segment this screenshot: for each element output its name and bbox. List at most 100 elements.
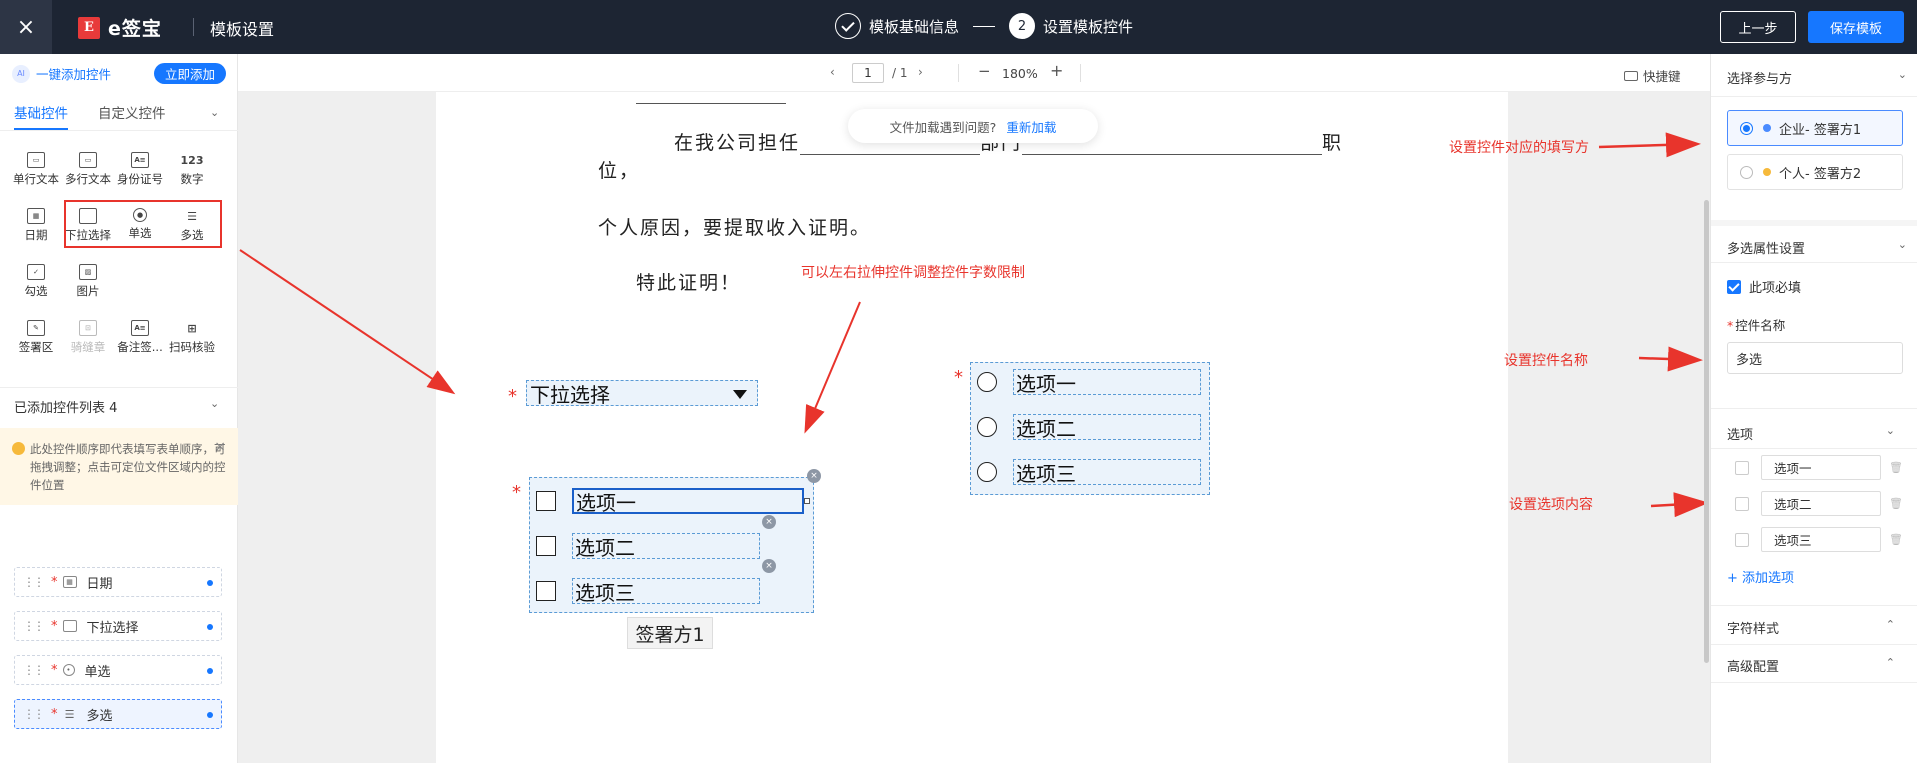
- chevron-up-icon[interactable]: ⌃: [1886, 656, 1895, 669]
- required-checkbox[interactable]: 此项必填: [1727, 277, 1801, 296]
- option-input[interactable]: 选项二: [1761, 491, 1881, 516]
- chevron-down-icon[interactable]: ⌄: [1898, 68, 1907, 81]
- control-tabs: 基础控件 自定义控件: [14, 102, 224, 130]
- arrow-to-dropdown: [239, 249, 456, 395]
- divider: [1711, 96, 1917, 97]
- add-option-link[interactable]: + 添加选项: [1727, 567, 1794, 586]
- divider: [1711, 682, 1917, 683]
- arrow-to-name: [1638, 346, 1703, 372]
- quick-add: AI 一键添加控件: [12, 64, 111, 83]
- quick-add-label: 一键添加控件: [36, 67, 112, 82]
- page-title: 模板设置: [210, 20, 275, 39]
- trash-icon[interactable]: 🗑: [1889, 497, 1903, 510]
- divider: [1080, 64, 1081, 82]
- order-tip: 此处控件顺序即代表填写表单顺序，可拖拽调整；点击可定位文件区域内的控件位置 ×: [0, 428, 238, 505]
- party-color-dot: [1763, 168, 1771, 176]
- control-palette: ▭ 单行文本 ▭ 多行文本 A≡ 身份证号 123 数字 ▦ 日期 下拉选择 ● 单选 ☰ 多…: [10, 152, 230, 366]
- quick-add-button[interactable]: 立即添加: [154, 63, 226, 84]
- arrow-to-options: [1650, 492, 1709, 518]
- controls-sidebar: AI 一键添加控件 立即添加 基础控件 自定义控件 ⌄ ▭ 单行文本 ▭ 多行文本 …: [0, 54, 238, 763]
- divider: [193, 18, 194, 36]
- radio-icon: [1740, 121, 1753, 135]
- highlight-box: [64, 200, 222, 248]
- warning-icon: [12, 442, 25, 455]
- added-item-multi-select[interactable]: ⋮⋮ * ☰ 多选: [14, 699, 222, 729]
- status-dot: [207, 712, 213, 718]
- trash-icon[interactable]: 🗑: [1889, 461, 1903, 474]
- divider: [1711, 220, 1917, 226]
- save-template-button[interactable]: 保存模板: [1808, 11, 1904, 43]
- seam-seal-icon: ⊡: [79, 320, 97, 336]
- tab-custom-controls[interactable]: 自定义控件: [98, 102, 166, 130]
- tab-basic-controls[interactable]: 基础控件: [14, 102, 68, 130]
- party-option-individual[interactable]: 个人- 签署方2: [1727, 154, 1903, 190]
- control-multi-line-text[interactable]: ▭ 多行文本: [62, 152, 114, 198]
- control-qr-verify[interactable]: ⊞ 扫码核验: [166, 320, 218, 366]
- control-image[interactable]: ▨ 图片: [62, 264, 114, 310]
- option-input[interactable]: 选项一: [1761, 455, 1881, 480]
- added-item-radio[interactable]: ⋮⋮ * • 单选: [14, 655, 222, 685]
- divider: [0, 387, 238, 388]
- attr-section-title: 多选属性设置: [1727, 242, 1806, 257]
- drag-handle-icon[interactable]: ⋮⋮: [23, 663, 45, 677]
- chevron-down-icon[interactable]: ⌄: [1886, 424, 1895, 437]
- chevron-right-icon[interactable]: ›: [918, 65, 923, 79]
- advanced-section[interactable]: 高级配置: [1727, 656, 1779, 675]
- page-input[interactable]: 1: [852, 63, 884, 83]
- drag-handle-icon[interactable]: ⋮⋮: [23, 619, 45, 633]
- divider: [1711, 644, 1917, 645]
- checklist-icon: ☰: [64, 707, 75, 721]
- document-canvas: 在我公司担任 部门职 位， 个人原因，要提取收入证明。 特此证明！ 文件加载遇到问…: [238, 92, 1710, 763]
- checkbox-icon[interactable]: [1735, 496, 1749, 511]
- number-icon: 123: [180, 153, 204, 167]
- option-input[interactable]: 选项三: [1761, 527, 1881, 552]
- divider: [1711, 448, 1917, 449]
- chevron-up-icon[interactable]: ⌃: [1886, 618, 1895, 631]
- control-id-number[interactable]: A≡ 身份证号: [114, 152, 166, 198]
- control-date[interactable]: ▦ 日期: [10, 208, 62, 254]
- control-seam-seal: ⊡ 骑缝章: [62, 320, 114, 366]
- control-name-label: * 控件名称: [1727, 318, 1786, 333]
- control-signature-area[interactable]: ✎ 签署区: [10, 320, 62, 366]
- control-single-line-text[interactable]: ▭ 单行文本: [10, 152, 62, 198]
- prev-step-button[interactable]: 上一步: [1720, 11, 1796, 43]
- close-icon[interactable]: ×: [214, 438, 226, 456]
- top-bar: × E e签宝 模板设置 模板基础信息 2 设置模板控件 上一步 保存模板: [0, 0, 1917, 54]
- party-option-enterprise[interactable]: 企业- 签署方1: [1727, 110, 1903, 146]
- control-name-input[interactable]: 多选: [1727, 342, 1903, 374]
- chevron-down-icon[interactable]: ⌄: [210, 106, 219, 119]
- close-icon[interactable]: ×: [0, 0, 52, 54]
- chevron-down-icon[interactable]: ⌄: [210, 397, 219, 410]
- logo-text: e签宝: [108, 18, 162, 40]
- added-item-date[interactable]: ⋮⋮ * ▦ 日期: [14, 567, 222, 597]
- drag-handle-icon[interactable]: ⋮⋮: [23, 707, 45, 721]
- checkbox-icon[interactable]: [1735, 460, 1749, 475]
- added-item-dropdown[interactable]: ⋮⋮ * 下拉选择: [14, 611, 222, 641]
- chevron-down-icon[interactable]: ⌄: [1898, 238, 1907, 251]
- calendar-icon: ▦: [62, 576, 77, 588]
- single-line-text-icon: ▭: [27, 152, 45, 168]
- page-total: / 1: [892, 66, 908, 80]
- control-remark-sign[interactable]: A≡ 备注签...: [114, 320, 166, 366]
- ai-icon: AI: [12, 64, 30, 83]
- multi-line-text-icon: ▭: [79, 152, 97, 168]
- party-section-title: 选择参与方: [1727, 72, 1793, 87]
- scrollbar[interactable]: [1704, 200, 1709, 663]
- control-checkbox[interactable]: ✓ 勾选: [10, 264, 62, 310]
- party-color-dot: [1763, 124, 1771, 132]
- font-style-section[interactable]: 字符样式: [1727, 618, 1779, 637]
- checkbox-icon[interactable]: [1735, 532, 1749, 547]
- trash-icon[interactable]: 🗑: [1889, 533, 1903, 546]
- status-dot: [207, 668, 213, 674]
- chevron-left-icon[interactable]: ‹: [830, 65, 835, 79]
- arrow-to-stretch: [804, 301, 861, 434]
- zoom-out-icon[interactable]: −: [978, 62, 991, 80]
- shortcut-button[interactable]: 快捷键: [1624, 66, 1681, 85]
- added-controls-title: 已添加控件列表 4: [14, 401, 118, 416]
- drag-handle-icon[interactable]: ⋮⋮: [23, 575, 45, 589]
- step-2-label: 设置模板控件: [1043, 17, 1134, 36]
- control-number[interactable]: 123 数字: [166, 152, 218, 198]
- zoom-in-icon[interactable]: +: [1050, 61, 1063, 80]
- step-indicator: 模板基础信息 2 设置模板控件: [835, 13, 1133, 39]
- status-dot: [207, 624, 213, 630]
